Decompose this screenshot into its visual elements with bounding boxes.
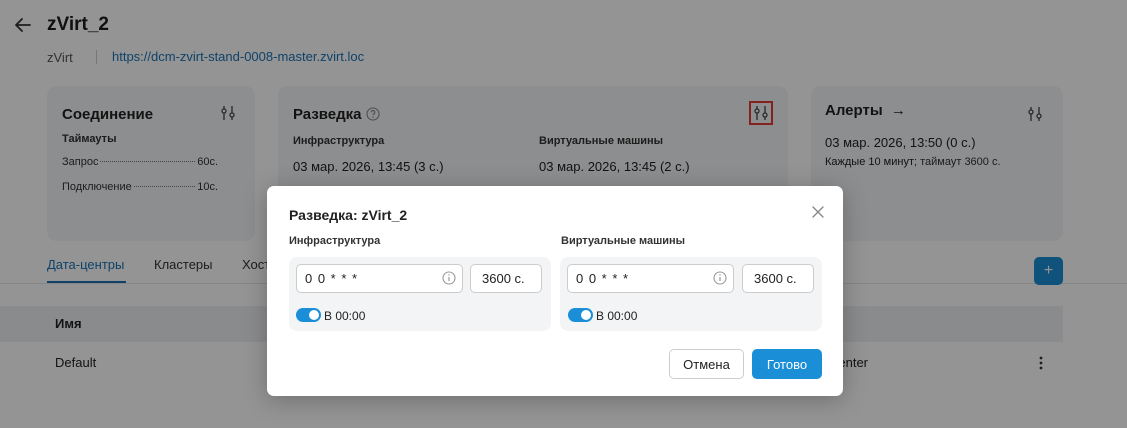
infra-timeout-input[interactable]: 3600 с. <box>470 264 542 293</box>
infra-toggle[interactable] <box>296 308 321 322</box>
close-icon[interactable] <box>810 204 826 220</box>
modal-title: Разведка: zVirt_2 <box>289 207 408 223</box>
vm-toggle[interactable] <box>568 308 593 322</box>
cancel-button[interactable]: Отмена <box>669 349 744 379</box>
vm-toggle-label: В 00:00 <box>596 309 638 323</box>
infra-cron-input[interactable]: 0 0 * * * <box>296 264 463 293</box>
vm-section-label: Виртуальные машины <box>561 235 686 247</box>
vm-timeout-input[interactable]: 3600 с. <box>742 264 814 293</box>
done-button[interactable]: Готово <box>752 349 822 379</box>
discovery-modal: Разведка: zVirt_2 Инфраструктура 0 0 * *… <box>267 186 843 396</box>
infra-toggle-label: В 00:00 <box>324 309 366 323</box>
info-icon[interactable] <box>713 271 727 285</box>
page: zVirt_2 zVirt https://dcm-zvirt-stand-00… <box>0 0 1127 428</box>
infra-section-label: Инфраструктура <box>289 235 381 247</box>
vm-cron-input[interactable]: 0 0 * * * <box>567 264 734 293</box>
info-icon[interactable] <box>442 271 456 285</box>
